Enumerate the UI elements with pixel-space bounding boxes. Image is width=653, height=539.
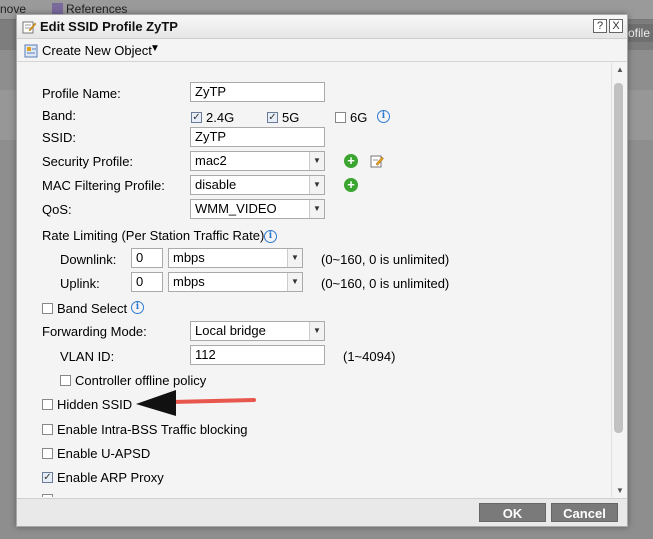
band-24g-label: 2.4G bbox=[206, 110, 235, 125]
uplink-unit-select[interactable]: mbps ▼ bbox=[168, 272, 303, 292]
downlink-label: Downlink: bbox=[60, 252, 117, 267]
band-select-checkbox[interactable] bbox=[42, 303, 53, 314]
dialog-content: Profile Name: ZyTP Band: ✓ 2.4G ✓ 5G 6G … bbox=[17, 63, 611, 497]
ok-button[interactable]: OK bbox=[479, 503, 546, 522]
arp-proxy-checkbox[interactable]: ✓ bbox=[42, 472, 53, 483]
intra-bss-label: Enable Intra-BSS Traffic blocking bbox=[57, 422, 248, 437]
band-5g-label: 5G bbox=[282, 110, 300, 125]
band-select-info-icon[interactable]: i bbox=[131, 301, 144, 314]
band-info-icon[interactable]: i bbox=[377, 110, 390, 123]
downlink-input[interactable]: 0 bbox=[131, 248, 163, 268]
arp-proxy-label: Enable ARP Proxy bbox=[57, 470, 164, 485]
forwarding-mode-value: Local bridge bbox=[195, 323, 266, 338]
chevron-down-icon: ▼ bbox=[287, 249, 302, 267]
chevron-down-icon: ▼ bbox=[309, 322, 324, 340]
qos-select[interactable]: WMM_VIDEO ▼ bbox=[190, 199, 325, 219]
scroll-down-icon[interactable]: ▼ bbox=[615, 486, 625, 495]
chevron-down-icon[interactable]: ▼ bbox=[150, 43, 160, 54]
hidden-ssid-label: Hidden SSID bbox=[57, 397, 133, 412]
vertical-scrollbar[interactable]: ▲ ▼ bbox=[611, 63, 627, 497]
mac-filtering-value: disable bbox=[195, 177, 237, 192]
security-profile-value: mac2 bbox=[195, 153, 227, 168]
security-profile-select[interactable]: mac2 ▼ bbox=[190, 151, 325, 171]
help-button[interactable]: ? bbox=[593, 19, 607, 33]
annotation-arrow-icon bbox=[136, 390, 256, 416]
references-icon bbox=[52, 3, 63, 14]
band-5g-checkbox[interactable]: ✓ bbox=[267, 112, 278, 123]
intra-bss-checkbox[interactable] bbox=[42, 424, 53, 435]
profile-name-label: Profile Name: bbox=[42, 86, 121, 101]
profile-name-input[interactable]: ZyTP bbox=[190, 82, 325, 102]
dialog-title: Edit SSID Profile ZyTP bbox=[40, 19, 178, 34]
add-security-profile-icon[interactable]: + bbox=[344, 154, 358, 168]
mac-filtering-label: MAC Filtering Profile: bbox=[42, 178, 165, 193]
vlan-id-range-hint: (1~4094) bbox=[343, 349, 396, 364]
edit-icon bbox=[22, 21, 36, 34]
cancel-button[interactable]: Cancel bbox=[551, 503, 618, 522]
edit-ssid-profile-dialog: Edit SSID Profile ZyTP ? X Create New Ob… bbox=[16, 14, 628, 527]
vlan-id-input[interactable]: 112 bbox=[190, 345, 325, 365]
forwarding-mode-select[interactable]: Local bridge ▼ bbox=[190, 321, 325, 341]
downlink-range-hint: (0~160, 0 is unlimited) bbox=[321, 252, 450, 267]
security-profile-label: Security Profile: bbox=[42, 154, 134, 169]
dialog-toolbar: Create New Object ▼ bbox=[17, 40, 627, 62]
dialog-titlebar[interactable]: Edit SSID Profile ZyTP ? X bbox=[17, 15, 627, 39]
create-object-icon bbox=[24, 44, 38, 58]
band-6g-checkbox[interactable] bbox=[335, 112, 346, 123]
uplink-unit-value: mbps bbox=[173, 274, 205, 289]
band-6g-label: 6G bbox=[350, 110, 368, 125]
chevron-down-icon: ▼ bbox=[309, 176, 324, 194]
qos-value: WMM_VIDEO bbox=[195, 201, 277, 216]
chevron-down-icon: ▼ bbox=[287, 273, 302, 291]
uplink-range-hint: (0~160, 0 is unlimited) bbox=[321, 276, 450, 291]
create-new-object-menu[interactable]: Create New Object bbox=[42, 43, 152, 58]
uplink-label: Uplink: bbox=[60, 276, 100, 291]
band-select-label: Band Select bbox=[57, 301, 128, 316]
controller-offline-label: Controller offline policy bbox=[75, 373, 207, 388]
next-option-checkbox[interactable] bbox=[42, 494, 53, 497]
hidden-ssid-checkbox[interactable] bbox=[42, 399, 53, 410]
band-label: Band: bbox=[42, 108, 76, 123]
downlink-unit-value: mbps bbox=[173, 250, 205, 265]
rate-limiting-info-icon[interactable]: i bbox=[264, 230, 277, 243]
chevron-down-icon: ▼ bbox=[309, 200, 324, 218]
close-button[interactable]: X bbox=[609, 19, 623, 33]
chevron-down-icon: ▼ bbox=[309, 152, 324, 170]
ssid-input[interactable]: ZyTP bbox=[190, 127, 325, 147]
band-24g-checkbox[interactable]: ✓ bbox=[191, 112, 202, 123]
dialog-footer: OK Cancel bbox=[17, 498, 627, 526]
add-mac-filtering-icon[interactable]: + bbox=[344, 178, 358, 192]
qos-label: QoS: bbox=[42, 202, 72, 217]
forwarding-mode-label: Forwarding Mode: bbox=[42, 324, 147, 339]
ssid-label: SSID: bbox=[42, 130, 76, 145]
u-apsd-label: Enable U-APSD bbox=[57, 446, 151, 461]
uplink-input[interactable]: 0 bbox=[131, 272, 163, 292]
controller-offline-checkbox[interactable] bbox=[60, 375, 71, 386]
scroll-up-icon[interactable]: ▲ bbox=[615, 65, 625, 74]
rate-limiting-label: Rate Limiting (Per Station Traffic Rate) bbox=[42, 228, 265, 243]
vlan-id-label: VLAN ID: bbox=[60, 349, 115, 364]
edit-security-profile-icon[interactable] bbox=[370, 154, 384, 168]
u-apsd-checkbox[interactable] bbox=[42, 448, 53, 459]
mac-filtering-select[interactable]: disable ▼ bbox=[190, 175, 325, 195]
scrollbar-thumb[interactable] bbox=[614, 83, 623, 433]
downlink-unit-select[interactable]: mbps ▼ bbox=[168, 248, 303, 268]
